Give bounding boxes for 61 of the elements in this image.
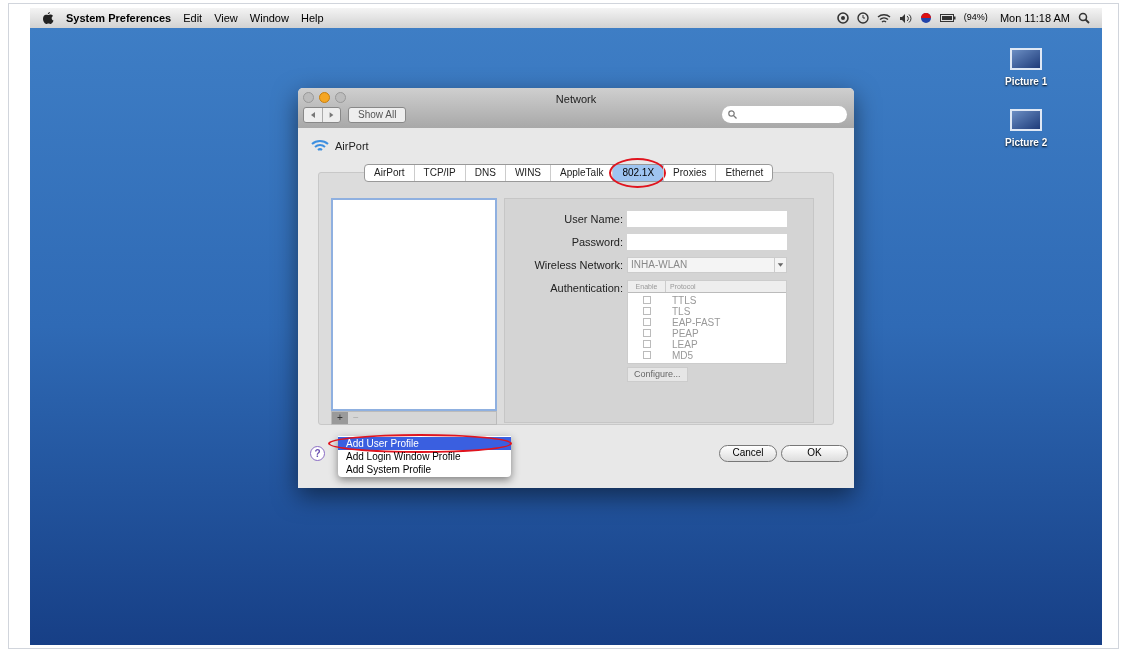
menu-bar-clock[interactable]: Mon 11:18 AM: [999, 9, 1070, 27]
menu-item[interactable]: Edit: [183, 9, 203, 27]
image-file-icon[interactable]: [1010, 48, 1043, 70]
checkbox[interactable]: [643, 296, 651, 304]
image-file-icon[interactable]: [1010, 109, 1043, 131]
protocol-name: MD5: [671, 349, 694, 361]
menu-item[interactable]: Help: [300, 9, 324, 27]
close-button[interactable]: [303, 92, 314, 103]
app-menu[interactable]: System Preferences: [66, 9, 172, 27]
add-button[interactable]: +: [332, 411, 348, 424]
minimize-button[interactable]: [319, 92, 330, 103]
menu-item[interactable]: Add Login Window Profile: [338, 450, 511, 463]
show-all-button[interactable]: Show All: [348, 106, 407, 123]
clock-icon[interactable]: [856, 12, 869, 24]
zoom-button[interactable]: [335, 92, 346, 103]
protocol-name: LEAP: [671, 338, 698, 350]
configure-button[interactable]: Configure...: [627, 366, 688, 382]
password-field[interactable]: [627, 233, 787, 250]
checkbox[interactable]: [643, 329, 651, 337]
tab[interactable]: WINS: [504, 164, 551, 181]
menu-item[interactable]: Add User Profile: [338, 437, 511, 450]
interface-name: AirPort: [335, 139, 369, 154]
apple-logo-icon[interactable]: [42, 11, 54, 25]
search-field[interactable]: [722, 106, 847, 123]
checkbox[interactable]: [643, 340, 651, 348]
field-label: User Name:: [563, 211, 623, 227]
protocol-name: TLS: [671, 305, 691, 317]
spotlight-search-icon[interactable]: [1078, 12, 1090, 24]
battery-icon[interactable]: [939, 13, 956, 23]
help-button[interactable]: ?: [310, 445, 325, 461]
user-name-field[interactable]: [627, 210, 787, 227]
menu-item[interactable]: Window: [249, 9, 289, 27]
checkbox[interactable]: [643, 318, 651, 326]
tab[interactable]: DNS: [464, 164, 505, 181]
search-icon: [728, 110, 737, 119]
desktop-icon-label[interactable]: Picture 1: [1005, 74, 1048, 89]
tab[interactable]: AirPort: [365, 164, 414, 181]
wifi-icon[interactable]: [876, 12, 891, 24]
dialog-button[interactable]: OK: [781, 444, 848, 462]
back-forward-buttons[interactable]: [303, 106, 341, 123]
field-label: Wireless Network:: [533, 257, 623, 273]
checkbox[interactable]: [643, 351, 651, 359]
tab[interactable]: Proxies: [663, 164, 716, 181]
dialog-button[interactable]: Cancel: [719, 444, 777, 462]
battery-percentage: (94%): [963, 11, 988, 25]
field-label: Password:: [570, 234, 623, 250]
protocol-name: TTLS: [671, 294, 697, 306]
field-label: Authentication:: [549, 280, 623, 296]
menu-item[interactable]: View: [214, 9, 238, 27]
window-title: Network: [554, 92, 598, 107]
tab[interactable]: TCP/IP: [413, 164, 465, 181]
desktop-icon-label[interactable]: Picture 2: [1005, 135, 1048, 150]
protocol-name: PEAP: [671, 327, 699, 339]
speaker-icon[interactable]: [898, 12, 912, 24]
menu-item[interactable]: Add System Profile: [338, 463, 511, 476]
checkbox[interactable]: [643, 307, 651, 315]
protocol-name: EAP-FAST: [671, 316, 721, 328]
profile-list[interactable]: [331, 197, 497, 411]
dropdown-arrow-icon: [774, 257, 786, 272]
tab[interactable]: 802.1X: [612, 164, 664, 181]
tab[interactable]: Ethernet: [715, 164, 773, 181]
